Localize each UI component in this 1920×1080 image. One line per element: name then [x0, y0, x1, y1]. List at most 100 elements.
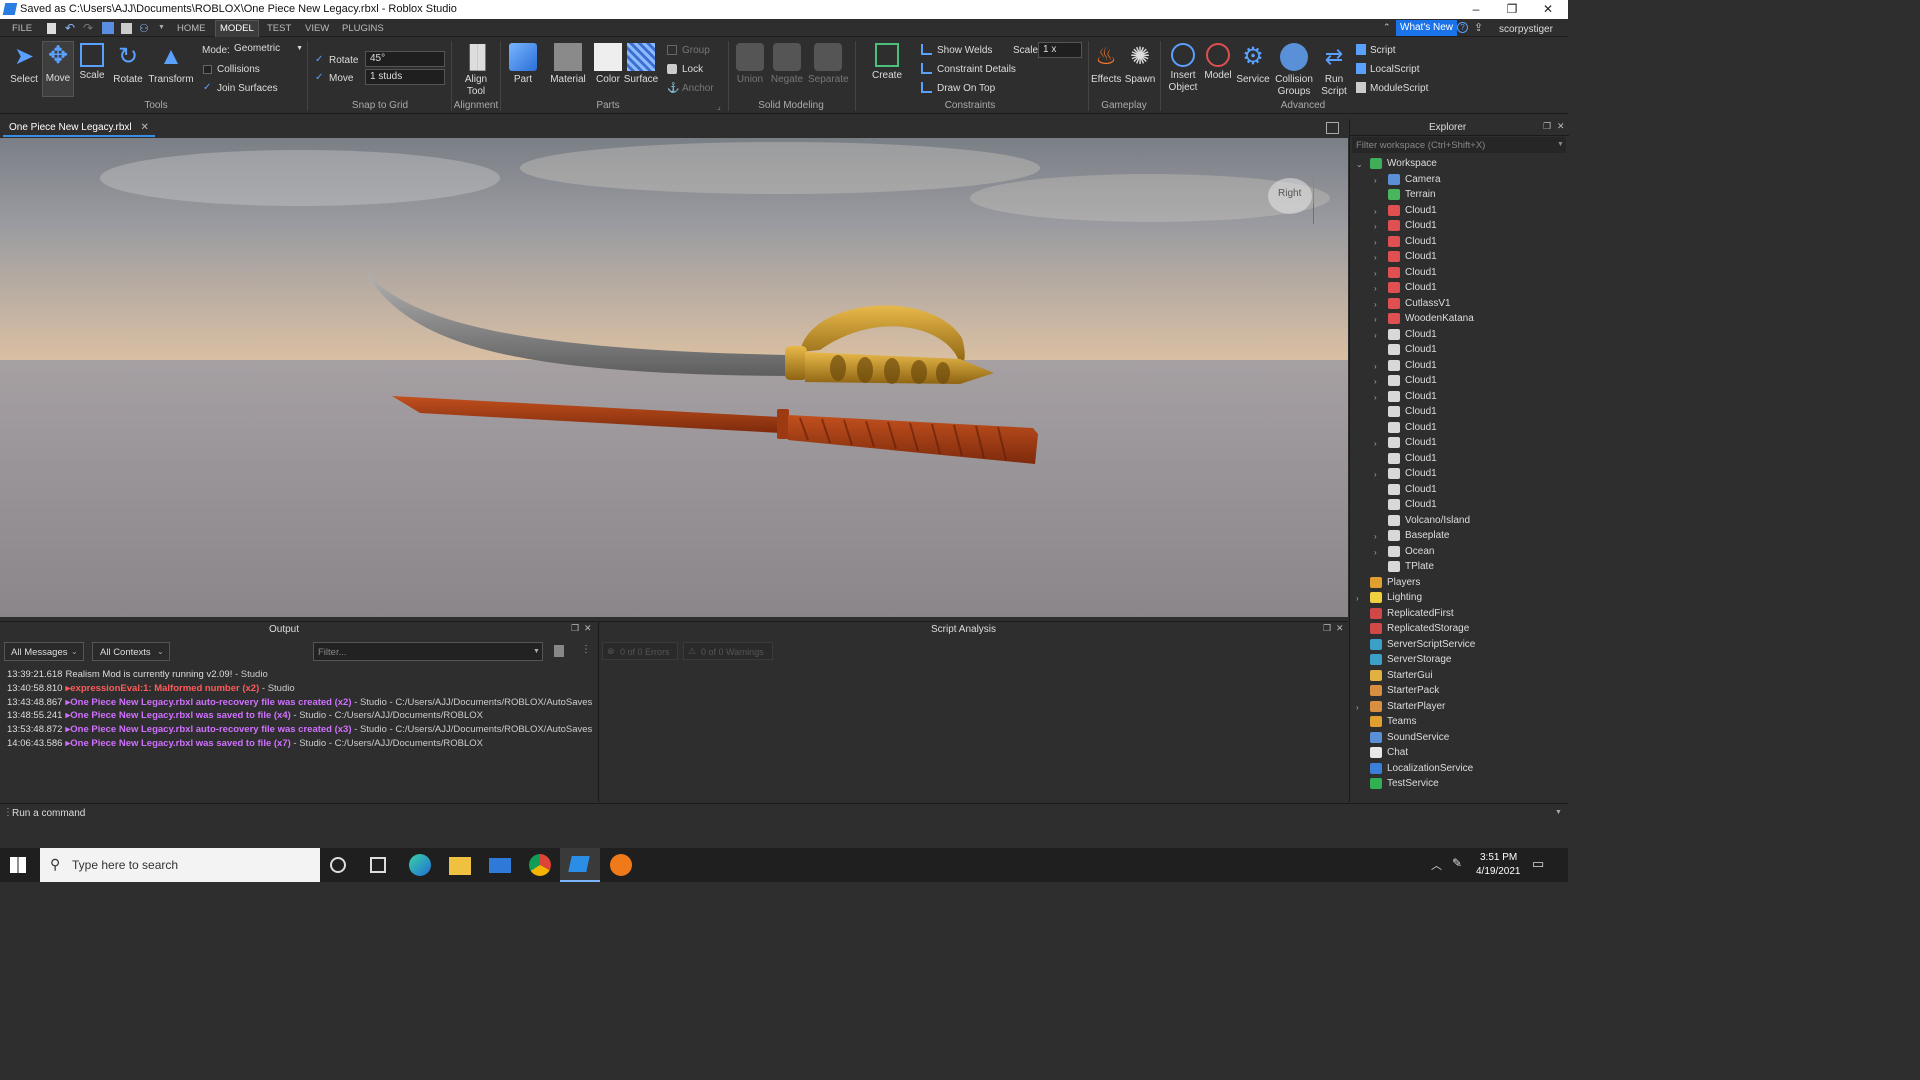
whats-new-button[interactable]: What's New — [1396, 20, 1458, 36]
chrome-icon[interactable] — [529, 854, 551, 876]
union-button[interactable]: Union — [735, 43, 765, 85]
explorer-item[interactable]: Cloud1 — [1388, 375, 1437, 386]
explorer-item[interactable]: Cloud1 — [1388, 468, 1437, 479]
close-icon[interactable]: ✕ — [1336, 623, 1344, 634]
create-constraint-button[interactable]: Create — [870, 43, 904, 81]
explorer-item[interactable]: Cloud1 — [1388, 251, 1437, 262]
service-button[interactable]: ⚙ Service — [1236, 43, 1270, 85]
move-snap-input[interactable]: 1 studs — [365, 69, 445, 85]
collapse-arrow-icon[interactable]: › — [1374, 315, 1377, 324]
negate-button[interactable]: Negate — [770, 43, 804, 85]
tray-overflow-icon[interactable]: ︿ — [1431, 857, 1442, 873]
close-icon[interactable]: ✕ — [140, 122, 148, 133]
collapse-arrow-icon[interactable]: › — [1374, 393, 1377, 402]
undo-icon[interactable]: ↶ — [65, 21, 75, 35]
float-icon[interactable]: ❐ — [571, 623, 579, 634]
close-icon[interactable]: ✕ — [584, 623, 592, 634]
output-filter-input[interactable]: Filter... ▼ — [313, 642, 543, 661]
katana-guard[interactable] — [777, 409, 789, 439]
explorer-item[interactable]: Cloud1 — [1388, 282, 1437, 293]
explorer-item[interactable]: Cloud1 — [1388, 421, 1437, 433]
collapse-arrow-icon[interactable]: › — [1374, 548, 1377, 557]
cutlass-blade[interactable] — [365, 271, 790, 376]
viewport-layout-icon[interactable] — [1326, 122, 1339, 134]
draw-on-top-button[interactable]: Draw On Top — [937, 83, 995, 94]
cortana-icon[interactable] — [330, 857, 346, 873]
output-log-line[interactable]: 13:39:21.618 Realism Mod is currently run… — [7, 669, 268, 680]
output-log-line[interactable]: 13:53:48.872 ▸One Piece New Legacy.rbxl a… — [7, 724, 592, 735]
color-button[interactable]: Color — [594, 43, 622, 85]
context-filter-dropdown[interactable]: All Contexts ⌄ — [92, 642, 170, 661]
explorer-filter-input[interactable]: Filter workspace (Ctrl+Shift+X) ▼ — [1352, 137, 1566, 153]
roblox-studio-taskbar-button[interactable] — [560, 848, 600, 882]
collapse-arrow-icon[interactable]: › — [1374, 377, 1377, 386]
show-welds-button[interactable]: Show Welds — [937, 45, 992, 56]
tab-model[interactable]: MODEL — [215, 20, 259, 37]
constraint-details-button[interactable]: Constraint Details — [937, 64, 1016, 75]
user-name[interactable]: scorpystiger — [1499, 24, 1553, 35]
output-log-line[interactable]: 14:06:43.586 ▸One Piece New Legacy.rbxl w… — [7, 738, 483, 749]
maximize-button[interactable]: ❐ — [1494, 0, 1530, 19]
transform-button[interactable]: ▲ Transform — [147, 43, 195, 85]
surface-button[interactable]: Surface — [623, 43, 659, 85]
expand-icon[interactable]: ⌄ — [1356, 160, 1363, 169]
katana-blade[interactable] — [392, 396, 780, 433]
explorer-item[interactable]: Cloud1 — [1388, 359, 1437, 371]
close-button[interactable]: ✕ — [1530, 0, 1566, 19]
explorer-item[interactable]: TestService — [1370, 778, 1439, 789]
document-tab[interactable]: One Piece New Legacy.rbxl ✕ — [3, 119, 155, 137]
float-icon[interactable]: ❐ — [1543, 121, 1551, 132]
explorer-item[interactable]: ServerStorage — [1370, 654, 1451, 665]
tab-home[interactable]: HOME — [177, 23, 206, 34]
run-script-button[interactable]: ⇄ Run Script — [1318, 43, 1350, 98]
explorer-item[interactable]: Chat — [1370, 747, 1408, 758]
save-icon[interactable] — [121, 23, 132, 34]
explorer-item[interactable]: CutlassV1 — [1388, 297, 1451, 309]
spawn-button[interactable]: ✺ Spawn — [1124, 43, 1156, 85]
explorer-item[interactable]: WoodenKatana — [1388, 313, 1474, 324]
command-bar[interactable]: ⋮ Run a command ▼ — [0, 803, 1568, 821]
blender-icon[interactable] — [610, 854, 632, 876]
separate-button[interactable]: Separate — [808, 43, 849, 85]
explorer-item[interactable]: LocalizationService — [1370, 762, 1473, 774]
explorer-item[interactable]: ReplicatedStorage — [1370, 623, 1469, 634]
help-icon[interactable]: ? — [1457, 22, 1468, 33]
collapse-arrow-icon[interactable]: › — [1374, 532, 1377, 541]
cutlass-crossguard[interactable] — [785, 346, 807, 380]
tab-view[interactable]: VIEW — [305, 23, 329, 34]
team-create-icon[interactable]: ⚇ — [139, 22, 149, 35]
explorer-item[interactable]: ServerScriptService — [1370, 638, 1475, 650]
tab-file[interactable]: FILE — [12, 23, 32, 34]
explorer-item[interactable]: StarterPack — [1370, 685, 1439, 696]
file-explorer-icon[interactable] — [449, 857, 471, 875]
windows-start-icon[interactable] — [10, 857, 26, 873]
explorer-item[interactable]: StarterGui — [1370, 669, 1433, 681]
collapse-arrow-icon[interactable]: › — [1356, 703, 1359, 712]
collapse-arrow-icon[interactable]: › — [1374, 269, 1377, 278]
collapse-arrow-icon[interactable]: › — [1374, 439, 1377, 448]
output-log-line[interactable]: 13:40:58.810 ▸expressionEval:1: Malformed… — [7, 683, 295, 694]
part-button[interactable]: Part — [507, 43, 539, 85]
expand-icon[interactable]: ⌟ — [717, 102, 721, 111]
explorer-item[interactable]: Volcano/Island — [1388, 514, 1470, 526]
explorer-item[interactable]: Players — [1370, 576, 1420, 588]
explorer-item[interactable]: Lighting — [1370, 592, 1422, 603]
rotate-snap-input[interactable]: 45° — [365, 51, 445, 67]
explorer-item[interactable]: Cloud1 — [1388, 499, 1437, 510]
mail-icon[interactable] — [489, 858, 511, 873]
explorer-item[interactable]: ReplicatedFirst — [1370, 607, 1454, 619]
publish-icon[interactable] — [102, 22, 114, 34]
insert-object-button[interactable]: Insert Object — [1164, 43, 1202, 94]
redo-icon[interactable]: ↷ — [83, 21, 93, 35]
notifications-icon[interactable]: ▭ — [1532, 856, 1544, 872]
script-button[interactable]: Script — [1370, 45, 1396, 56]
collapse-arrow-icon[interactable]: › — [1374, 362, 1377, 371]
move-button[interactable]: ✥ Move — [42, 41, 74, 97]
collapse-arrow-icon[interactable]: › — [1356, 594, 1359, 603]
rotate-snap-checkbox[interactable]: ✓ — [315, 54, 323, 65]
warnings-filter-button[interactable]: ⚠ 0 of 0 Warnings — [683, 642, 773, 660]
output-log-line[interactable]: 13:43:48.867 ▸One Piece New Legacy.rbxl a… — [7, 697, 592, 708]
explorer-item[interactable]: Cloud1 — [1388, 483, 1437, 495]
explorer-item[interactable]: Cloud1 — [1388, 437, 1437, 448]
explorer-item[interactable]: Cloud1 — [1388, 220, 1437, 231]
